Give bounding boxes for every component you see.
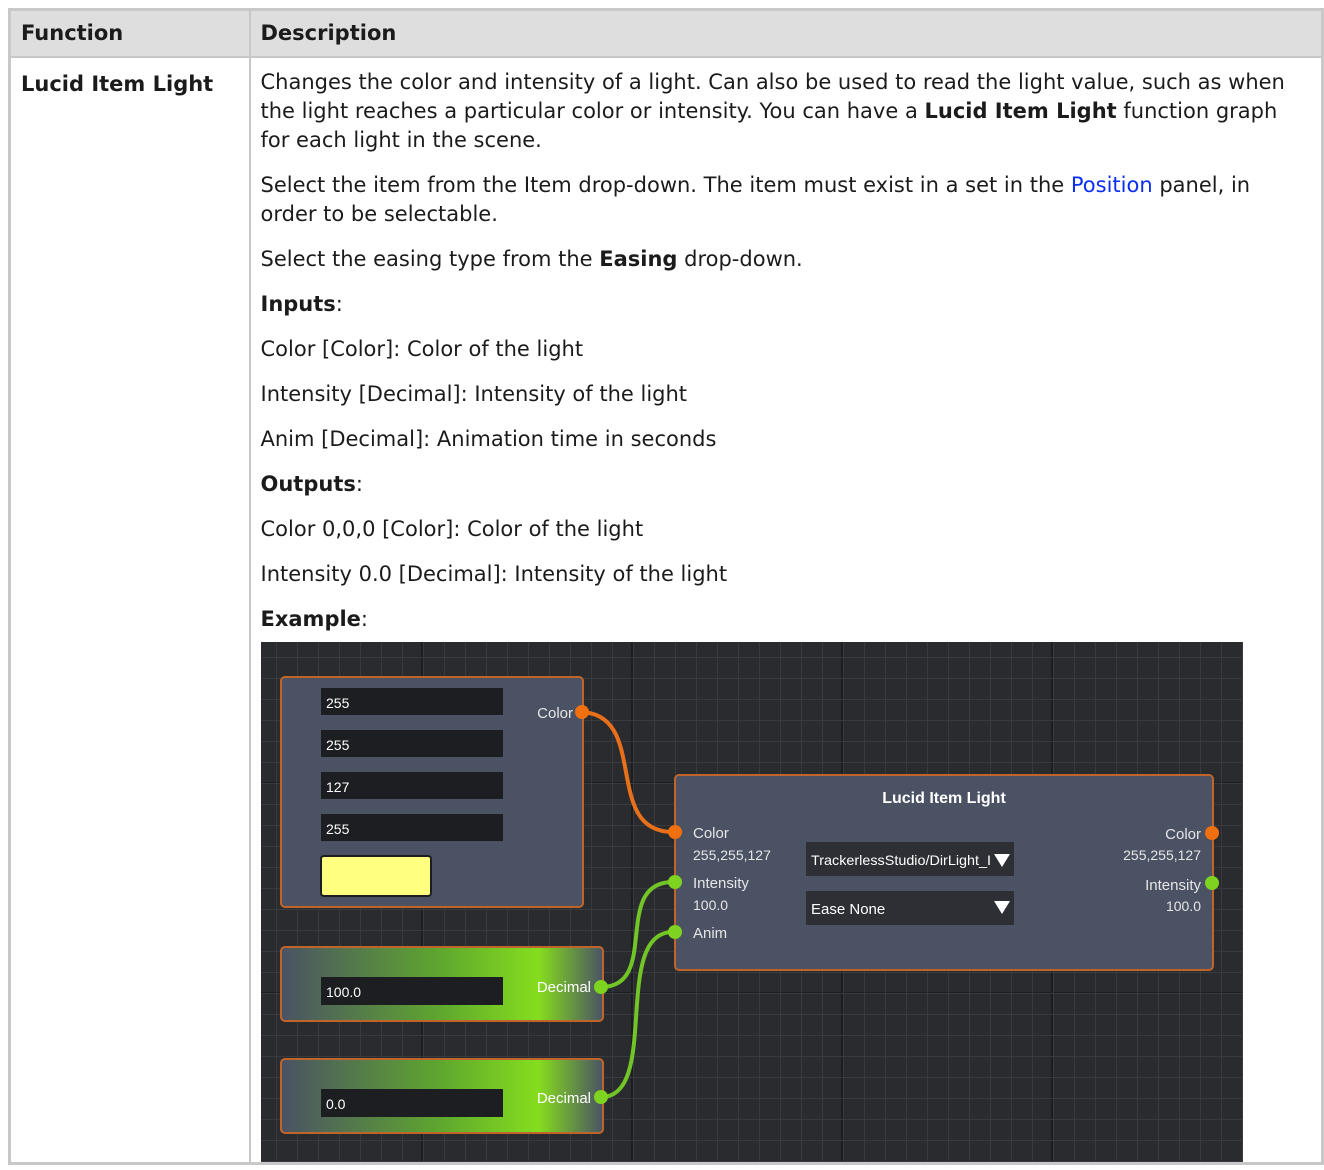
color-input-port[interactable] xyxy=(667,824,682,839)
decimal-value-text: 0.0 xyxy=(326,1096,346,1112)
item-dropdown[interactable]: TrackerlessStudio/DirLight_I xyxy=(805,841,1014,876)
decimal-value-field[interactable] xyxy=(320,1088,503,1117)
input-item: Color [Color]: Color of the light xyxy=(260,336,584,361)
output-intensity-value: 100.0 xyxy=(1165,898,1200,914)
inputs-heading: Inputs: xyxy=(260,291,343,316)
decimal-output-port[interactable] xyxy=(593,979,608,994)
input-intensity-value: 100.0 xyxy=(693,897,728,913)
node-graph-canvas: 255 255 127 255 Color 100.0 Decimal 0.0 … xyxy=(279,675,1219,1134)
input-intensity-label: Intensity xyxy=(693,875,749,892)
input-item: Anim [Decimal]: Animation time in second… xyxy=(260,426,717,451)
color-b-value: 127 xyxy=(326,779,350,795)
decimal-node[interactable]: 100.0 Decimal xyxy=(279,945,608,1022)
input-anim-label: Anim xyxy=(693,925,727,942)
color-r-value: 255 xyxy=(326,695,350,711)
color-output-port[interactable] xyxy=(574,704,589,719)
color-node[interactable]: 255 255 127 255 Color xyxy=(279,675,589,908)
output-color-label: Color xyxy=(1165,826,1201,843)
color-a-value: 255 xyxy=(326,821,350,837)
decimal-output-label: Decimal xyxy=(536,1090,590,1107)
decimal-output-label: Decimal xyxy=(536,979,590,996)
description-paragraph: Changes the color and intensity of a lig… xyxy=(260,69,1285,152)
header-function: Function xyxy=(8,8,251,58)
output-item: Color 0,0,0 [Color]: Color of the light xyxy=(260,516,644,541)
easing-dropdown-value: Ease None xyxy=(811,901,885,918)
header-row: Function Description xyxy=(8,8,1324,58)
table-row: Lucid Item Light Changes the color and i… xyxy=(8,55,1324,1164)
anim-input-port[interactable] xyxy=(667,924,682,939)
color-wire xyxy=(578,709,673,834)
color-g-value: 255 xyxy=(326,737,350,753)
input-color-value: 255,255,127 xyxy=(693,847,771,863)
input-item: Intensity [Decimal]: Intensity of the li… xyxy=(260,381,688,406)
item-dropdown-value: TrackerlessStudio/DirLight_I xyxy=(811,852,991,868)
lucid-item-light-node[interactable]: Lucid Item Light Color 255,255,127 Inten… xyxy=(667,773,1219,971)
output-color-value: 255,255,127 xyxy=(1123,847,1201,863)
node-graph-example: 255 255 127 255 Color 100.0 Decimal 0.0 … xyxy=(260,641,1243,1162)
intensity-output-port[interactable] xyxy=(1204,875,1219,890)
intensity-input-port[interactable] xyxy=(667,874,682,889)
function-table: Function Description Lucid Item Light Ch… xyxy=(8,8,1324,1165)
function-name: Lucid Item Light xyxy=(8,55,251,1164)
color-output-label: Color xyxy=(537,705,573,722)
input-color-label: Color xyxy=(693,825,729,842)
anim-wire xyxy=(600,929,673,1099)
decimal-node[interactable]: 0.0 Decimal xyxy=(279,1057,608,1134)
decimal-output-port[interactable] xyxy=(593,1089,608,1104)
node-title: Lucid Item Light xyxy=(882,790,1006,807)
output-item: Intensity 0.0 [Decimal]: Intensity of th… xyxy=(260,561,728,586)
position-link[interactable]: Position xyxy=(1071,173,1153,197)
decimal-value-text: 100.0 xyxy=(326,984,361,1000)
example-heading: Example: xyxy=(260,606,369,631)
header-description: Description xyxy=(248,8,1324,58)
description-cell: Changes the color and intensity of a lig… xyxy=(248,55,1324,1164)
easing-paragraph: Select the easing type from the Easing d… xyxy=(260,246,803,271)
output-intensity-label: Intensity xyxy=(1145,877,1201,894)
easing-dropdown[interactable]: Ease None xyxy=(805,890,1014,925)
color-output-port[interactable] xyxy=(1204,825,1219,840)
item-paragraph: Select the item from the Item drop-down.… xyxy=(260,172,1251,226)
outputs-heading: Outputs: xyxy=(260,471,363,496)
color-swatch[interactable] xyxy=(319,854,432,897)
